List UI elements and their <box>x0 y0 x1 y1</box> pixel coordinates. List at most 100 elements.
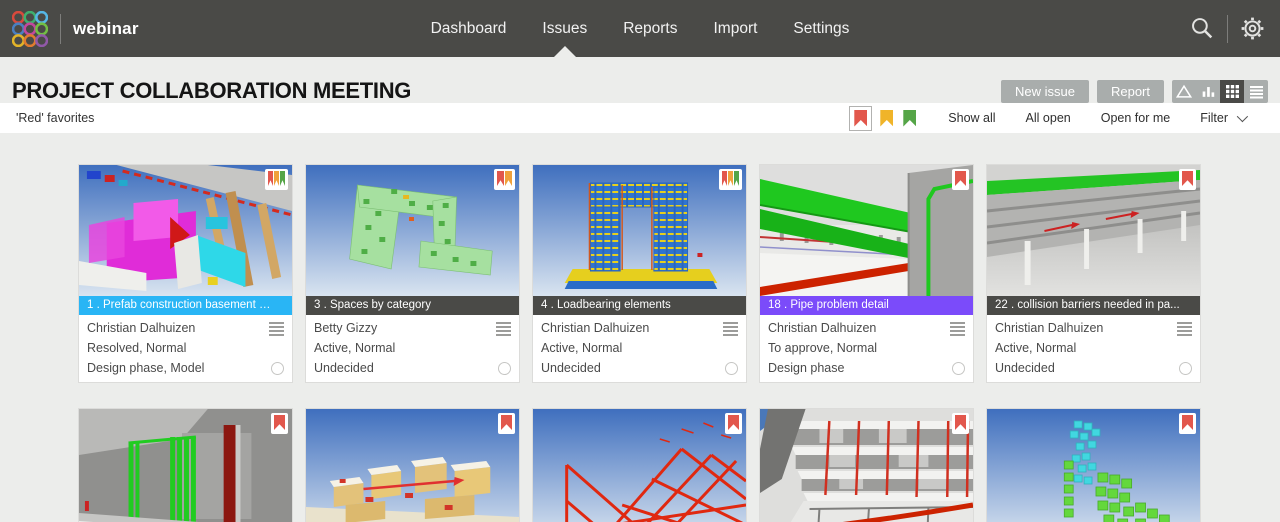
issue-thumbnail[interactable] <box>306 409 519 522</box>
nav-item-reports[interactable]: Reports <box>623 0 677 57</box>
bookmark-filter-group <box>849 105 918 131</box>
bookmark-badge <box>494 169 515 190</box>
bookmark-badge <box>1179 413 1196 434</box>
status-circle-icon[interactable] <box>725 361 738 375</box>
bookmark-badge <box>265 169 288 190</box>
thumbnail-art-loadbearing <box>533 165 746 296</box>
issue-card[interactable] <box>305 408 520 522</box>
issue-card[interactable] <box>759 408 974 522</box>
report-button[interactable]: Report <box>1096 79 1164 103</box>
issue-card[interactable]: 4 . Loadbearing elements Christian Dalhu… <box>532 164 747 383</box>
issue-thumbnail[interactable] <box>79 165 292 296</box>
open-for-me-link[interactable]: Open for me <box>1101 111 1170 125</box>
issue-status: Active, Normal <box>995 341 1077 355</box>
app-logo-icon <box>12 10 48 47</box>
nav-item-settings[interactable]: Settings <box>793 0 849 57</box>
bookmark-badge <box>725 413 742 434</box>
nav-item-import[interactable]: Import <box>713 0 757 57</box>
view-list-button[interactable] <box>1244 79 1268 103</box>
bookmark-badge <box>271 413 288 434</box>
bookmark-yellow-button[interactable] <box>878 108 895 129</box>
issue-card[interactable]: 3 . Spaces by category Betty Gizzy Activ… <box>305 164 520 383</box>
favorites-label: 'Red' favorites <box>16 111 95 125</box>
bookmark-green-button[interactable] <box>901 108 918 129</box>
issue-title[interactable]: 3 . Spaces by category <box>306 296 519 315</box>
menu-icon[interactable] <box>950 321 965 336</box>
menu-icon[interactable] <box>496 321 511 336</box>
grid-icon <box>1225 84 1239 98</box>
brand-name: webinar <box>73 18 139 38</box>
filter-dropdown[interactable]: Filter <box>1200 110 1249 125</box>
menu-icon[interactable] <box>723 321 738 336</box>
issue-thumbnail[interactable] <box>987 165 1200 296</box>
list-icon <box>1249 85 1263 98</box>
issue-author: Betty Gizzy <box>314 321 378 335</box>
new-issue-button[interactable]: New issue <box>1001 79 1089 103</box>
issue-card[interactable]: 18 . Pipe problem detail Christian Dalhu… <box>759 164 974 383</box>
view-grid-button[interactable] <box>1220 79 1244 103</box>
orange-bookmark-ribbon <box>274 171 279 186</box>
bookmark-badge <box>952 413 969 434</box>
status-circle-icon[interactable] <box>1179 361 1192 375</box>
issue-thumbnail[interactable] <box>79 409 292 522</box>
thumbnail-art-yellow-masses <box>306 409 519 522</box>
issue-title[interactable]: 22 . collision barriers needed in pa... <box>987 296 1200 315</box>
issue-card[interactable]: 1 . Prefab construction basement … Chris… <box>78 164 293 383</box>
bookmark-badge <box>719 169 742 190</box>
status-circle-icon[interactable] <box>952 361 965 375</box>
show-all-link[interactable]: Show all <box>948 111 995 125</box>
issue-phase: Design phase <box>768 361 845 375</box>
issue-card[interactable]: 22 . collision barriers needed in pa... … <box>986 164 1201 383</box>
red-bookmark-ribbon <box>497 171 504 186</box>
view-toggle <box>1172 79 1268 103</box>
issue-status: To approve, Normal <box>768 341 878 355</box>
menu-icon[interactable] <box>1177 321 1192 336</box>
bar-chart-icon <box>1202 86 1215 97</box>
main-menu: Dashboard Issues Reports Import Settings <box>431 0 849 57</box>
issue-title[interactable]: 1 . Prefab construction basement … <box>79 296 292 315</box>
nav-right <box>1189 0 1266 57</box>
brand-divider <box>60 13 61 44</box>
menu-icon[interactable] <box>269 321 284 336</box>
filter-bar: 'Red' favorites Show all All open Open f… <box>0 103 1280 133</box>
issue-card[interactable] <box>532 408 747 522</box>
green-bookmark-ribbon <box>903 109 917 127</box>
status-circle-icon[interactable] <box>271 361 284 375</box>
view-barchart-button[interactable] <box>1196 79 1220 103</box>
issue-thumbnail[interactable] <box>306 165 519 296</box>
bookmark-red-button[interactable] <box>849 105 873 131</box>
green-bookmark-ribbon <box>734 171 739 186</box>
bookmark-badge <box>498 413 515 434</box>
issue-status: Active, Normal <box>314 341 396 355</box>
search-icon[interactable] <box>1189 15 1216 42</box>
issue-meta: Christian Dalhuizen Active, Normal Undec… <box>987 315 1200 382</box>
issue-thumbnail[interactable] <box>760 165 973 296</box>
issue-thumbnail[interactable] <box>533 409 746 522</box>
issue-title[interactable]: 18 . Pipe problem detail <box>760 296 973 315</box>
red-bookmark-ribbon <box>1182 415 1193 430</box>
gear-icon[interactable] <box>1239 15 1266 42</box>
status-circle-icon[interactable] <box>498 361 511 375</box>
filter-bar-right: Show all All open Open for me Filter <box>849 105 1249 131</box>
nav-item-dashboard[interactable]: Dashboard <box>431 0 507 57</box>
red-bookmark-ribbon <box>728 415 739 430</box>
issue-thumbnail[interactable] <box>533 165 746 296</box>
view-triangle-button[interactable] <box>1172 79 1196 103</box>
brand[interactable]: webinar <box>12 0 139 57</box>
all-open-link[interactable]: All open <box>1026 111 1071 125</box>
issue-author: Christian Dalhuizen <box>768 321 877 335</box>
bookmark-badge <box>952 169 969 190</box>
issue-phase: Undecided <box>995 361 1055 375</box>
red-bookmark-ribbon <box>1182 171 1193 186</box>
issue-card[interactable] <box>78 408 293 522</box>
nav-item-issues[interactable]: Issues <box>542 0 587 57</box>
issue-title[interactable]: 4 . Loadbearing elements <box>533 296 746 315</box>
issue-thumbnail[interactable] <box>760 409 973 522</box>
red-bookmark-ribbon <box>268 171 273 186</box>
issue-thumbnail[interactable] <box>987 409 1200 522</box>
filter-label: Filter <box>1200 111 1228 125</box>
issue-card[interactable] <box>986 408 1201 522</box>
orange-bookmark-ribbon <box>728 171 733 186</box>
active-tab-caret <box>553 46 576 57</box>
issue-meta: Christian Dalhuizen Active, Normal Undec… <box>533 315 746 382</box>
